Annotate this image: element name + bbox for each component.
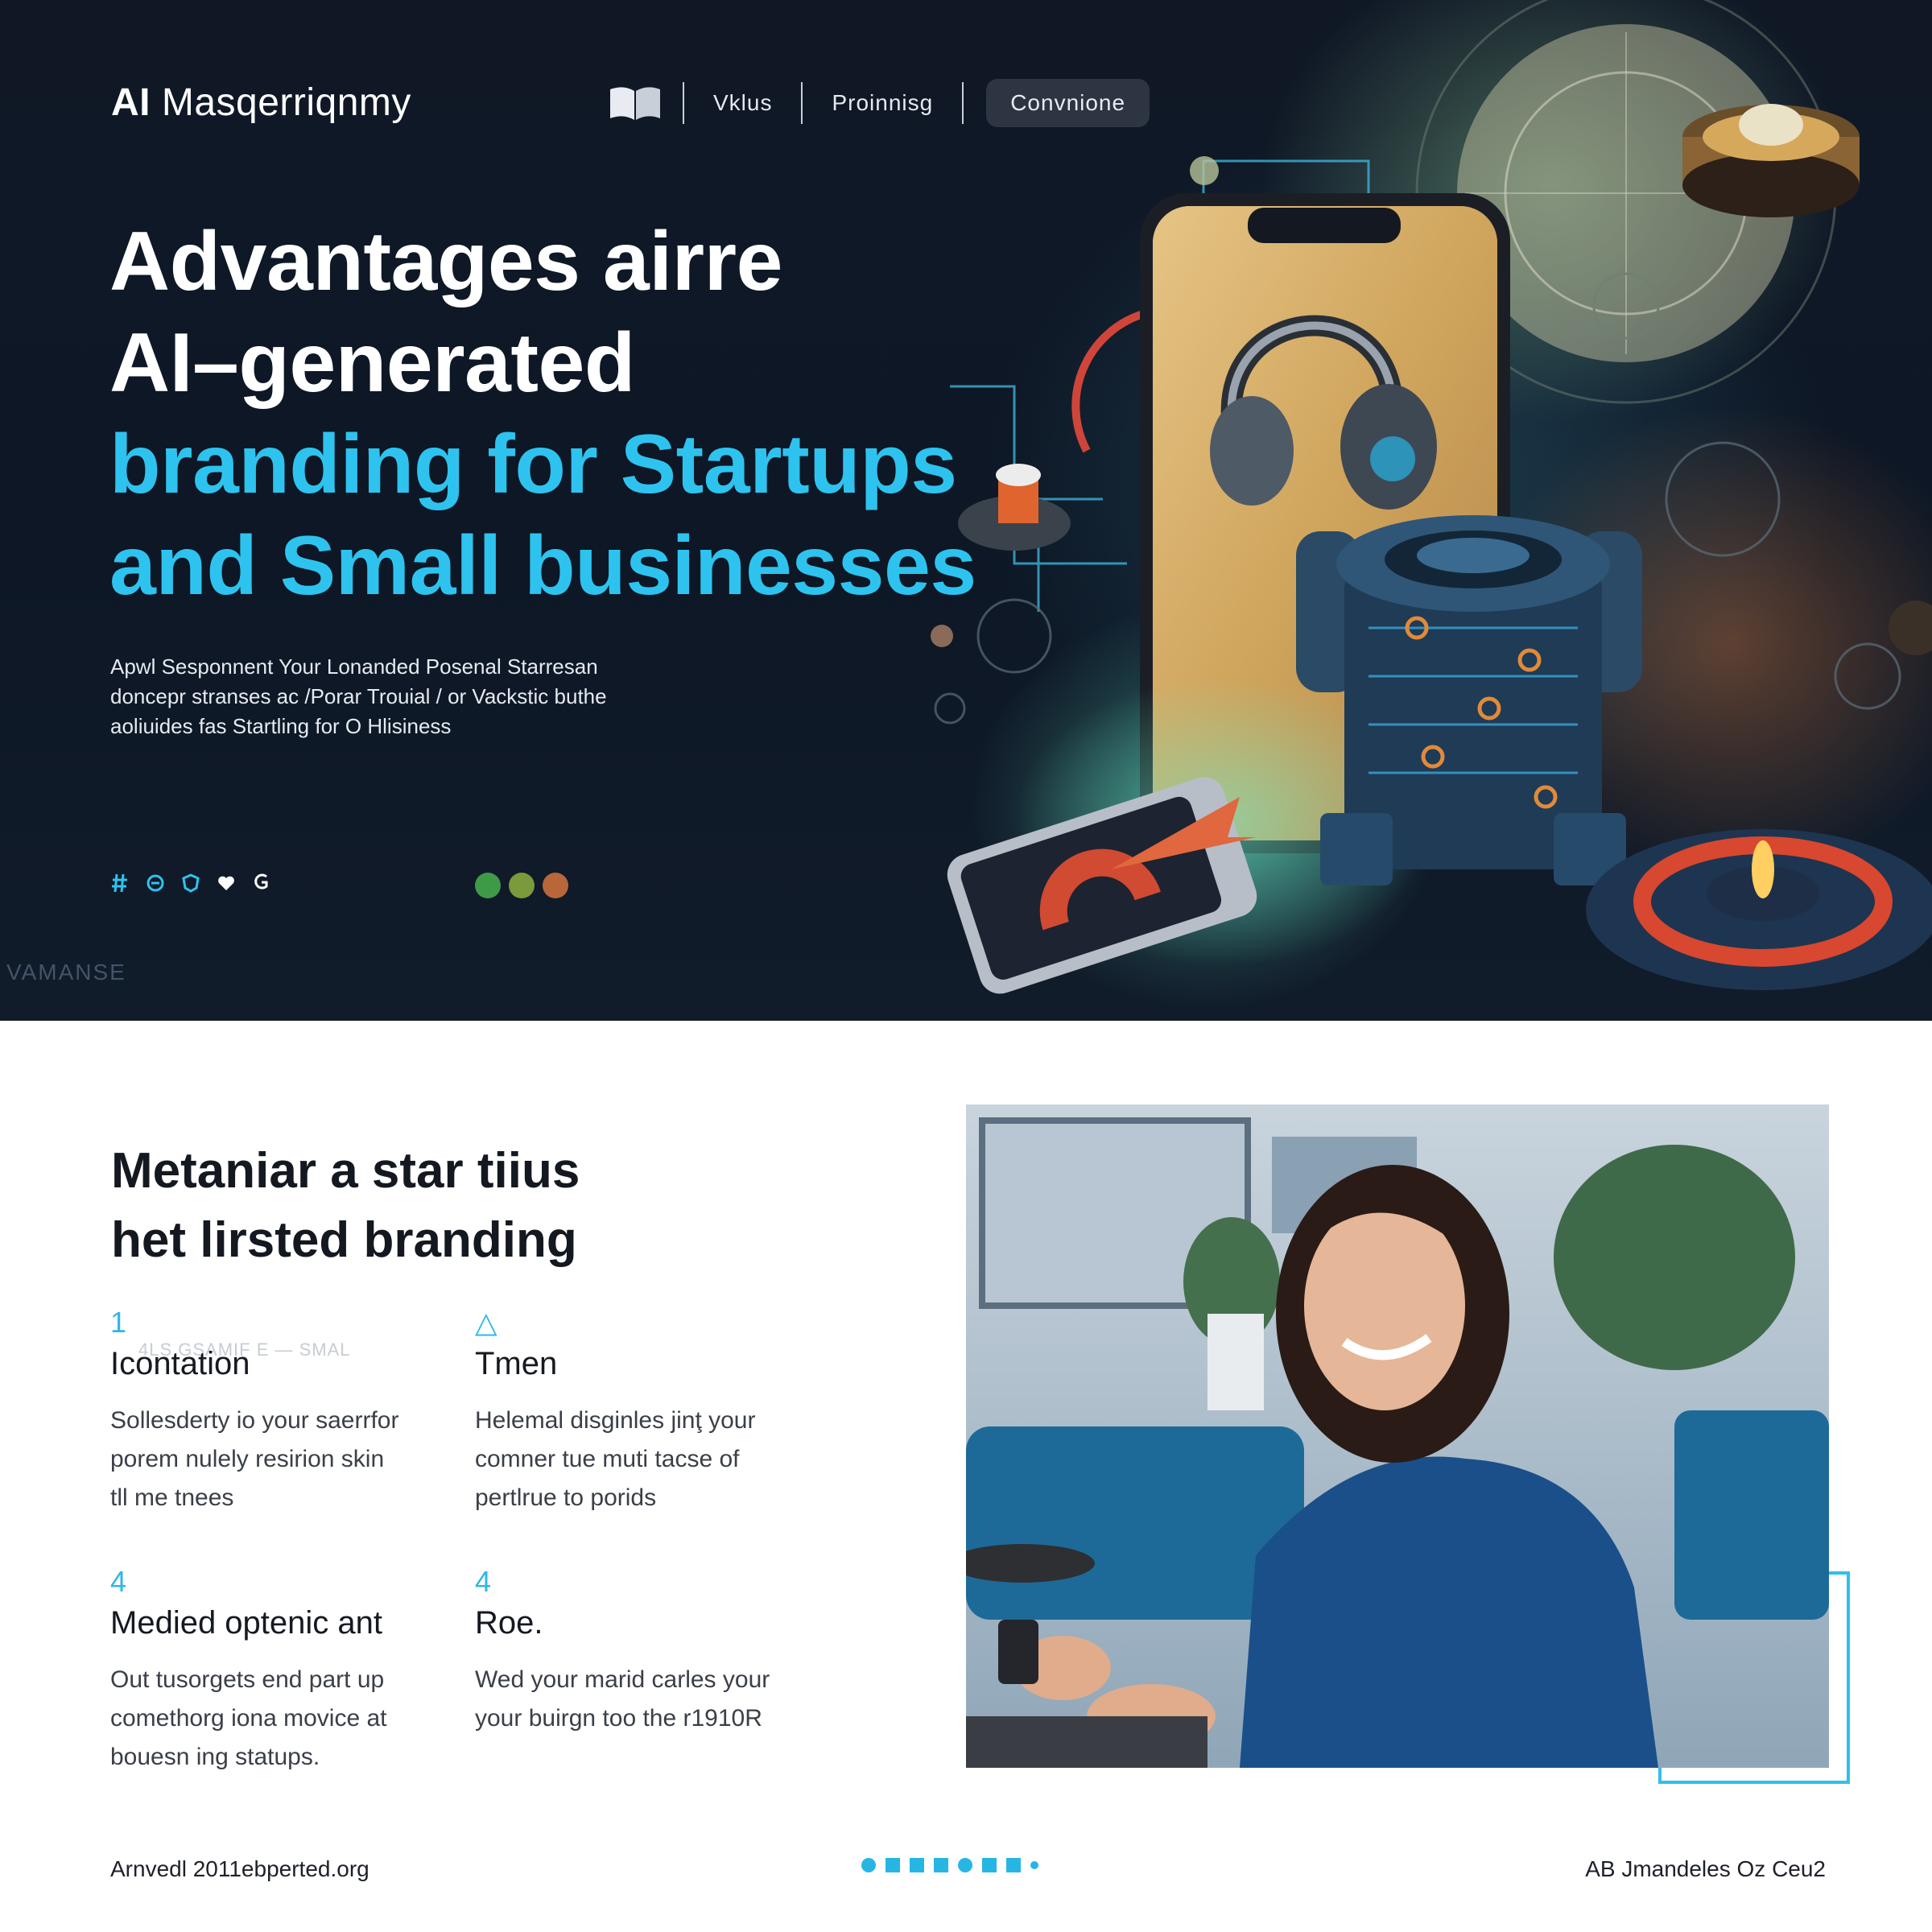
square-icon[interactable]: [934, 1858, 948, 1872]
brass-gadget-graphic: [1682, 104, 1860, 217]
brand-logo[interactable]: AI Masqerriqnmy: [111, 80, 411, 125]
dot-olive[interactable]: [509, 873, 535, 898]
feature-text-line: Sollesderty io your saerrfor: [110, 1407, 399, 1434]
square-icon[interactable]: [1006, 1858, 1021, 1872]
feature-text: Sollesderty io your saerrfor porem nulel…: [110, 1402, 448, 1517]
hashtag-icon[interactable]: [109, 873, 130, 894]
feature-title: Tmen: [475, 1346, 558, 1381]
target-ring-graphic: [1586, 829, 1932, 990]
feature-text-line: bouesn ing statups.: [110, 1744, 320, 1770]
feature-title: Icontation: [110, 1346, 250, 1381]
square-icon[interactable]: [982, 1858, 997, 1872]
woman-working-photo: [966, 1104, 1829, 1768]
robot-tower-graphic: [1296, 515, 1642, 886]
feature-text-line: tll me tnees: [110, 1484, 234, 1511]
nav-link-1[interactable]: Vklus: [702, 90, 783, 116]
hero-subtitle-line-2: doncepr stranses ac /Porar Trouial / or …: [110, 684, 607, 708]
feature-number: 4: [110, 1565, 127, 1598]
facebook-icon[interactable]: [861, 1858, 876, 1872]
social-links: [109, 873, 272, 894]
globe-icon[interactable]: [145, 873, 166, 894]
feature-text: Wed your marid carles your your buirgn t…: [475, 1661, 813, 1738]
feature-text-line: Out tusorgets end part up: [110, 1666, 385, 1693]
feature-text-line: comethorg iona movice at: [110, 1705, 387, 1732]
top-nav: Vklus Proinnisg Convnione: [605, 79, 1150, 127]
hero-illustration: [931, 0, 1932, 994]
section-title-line-2: het lirsted branding: [111, 1212, 577, 1268]
hero-title-line-2: AI–generated: [109, 316, 635, 410]
hero-title-line-3: branding for Startups: [109, 418, 957, 511]
footer-right-text: AB Jmandeles Oz Ceu2: [1585, 1856, 1826, 1881]
feature-card: 4 Medied optenic ant Out tusorgets end p…: [110, 1565, 448, 1777]
feature-title: Medied optenic ant: [110, 1605, 383, 1641]
nav-link-2[interactable]: Proinnisg: [820, 90, 944, 116]
hero-title: Advantages airre AI–generated branding f…: [109, 211, 1059, 617]
book-icon[interactable]: [605, 79, 665, 127]
hero-section: AI Masqerriqnmy Vklus Proinnisg Convnion…: [0, 0, 1932, 1021]
feature-text: Helemal disginles jinţ your comner tue m…: [475, 1402, 813, 1517]
brand-prefix: AI: [111, 81, 151, 124]
feature-title: Roe.: [475, 1605, 543, 1641]
feature-number: 4: [475, 1565, 492, 1598]
heart-icon[interactable]: [216, 873, 237, 894]
feature-text-line: comner tue muti tacse of: [475, 1446, 740, 1472]
feature-number: 1: [110, 1306, 127, 1339]
feature-text-line: your buirgn too the r1910R: [475, 1705, 762, 1732]
feature-text-line: pertlrue to porids: [475, 1484, 657, 1511]
a-letter-icon[interactable]: [910, 1858, 924, 1872]
dot-green[interactable]: [475, 873, 501, 898]
dot-orange[interactable]: [543, 873, 568, 898]
nav-cta-button[interactable]: Convnione: [986, 79, 1150, 127]
hero-title-line-1: Advantages airre: [109, 215, 782, 308]
feature-text-line: Wed your marid carles your: [475, 1666, 770, 1693]
g-letter-icon[interactable]: [251, 873, 272, 894]
hero-watermark: VAMANSE: [6, 960, 126, 985]
nav-divider: [801, 82, 803, 124]
hero-subtitle: Apwl Sesponnent Your Lonanded Posenal St…: [110, 652, 722, 741]
feature-text-line: porem nulely resirion skin: [110, 1446, 385, 1472]
status-dots: [475, 873, 568, 898]
feature-card: 1 Icontation Sollesderty io your saerrfo…: [110, 1306, 448, 1517]
hero-subtitle-line-1: Apwl Sesponnent Your Lonanded Posenal St…: [110, 654, 598, 679]
feature-card: 4 Roe. Wed your marid carles your your b…: [475, 1565, 813, 1738]
section-title: Metaniar a star tiius het lirsted brandi…: [111, 1137, 900, 1275]
shield-icon[interactable]: [180, 873, 201, 894]
feature-number: △: [475, 1306, 497, 1339]
section-title-line-1: Metaniar a star tiius: [111, 1143, 580, 1199]
nav-divider: [962, 82, 964, 124]
feature-card: △ Tmen Helemal disginles jinţ your comne…: [475, 1306, 813, 1517]
ellipsis-icon[interactable]: [1030, 1861, 1038, 1869]
footer-copyright: Arnvedl 2011ebperted.org: [110, 1856, 369, 1881]
feature-text: Out tusorgets end part up comethorg iona…: [110, 1661, 448, 1777]
brand-name: Masqerriqnmy: [151, 81, 411, 124]
heart-icon[interactable]: [886, 1858, 900, 1872]
hero-subtitle-line-3: aoliuides fas Startling for O Hlisiness: [110, 714, 452, 738]
footer-social-icons: [861, 1858, 1038, 1872]
circle-icon[interactable]: [958, 1858, 972, 1872]
nav-divider: [683, 82, 684, 124]
feature-text-line: Helemal disginles jinţ your: [475, 1407, 756, 1434]
hero-title-line-4: and Small businesses: [109, 519, 976, 613]
